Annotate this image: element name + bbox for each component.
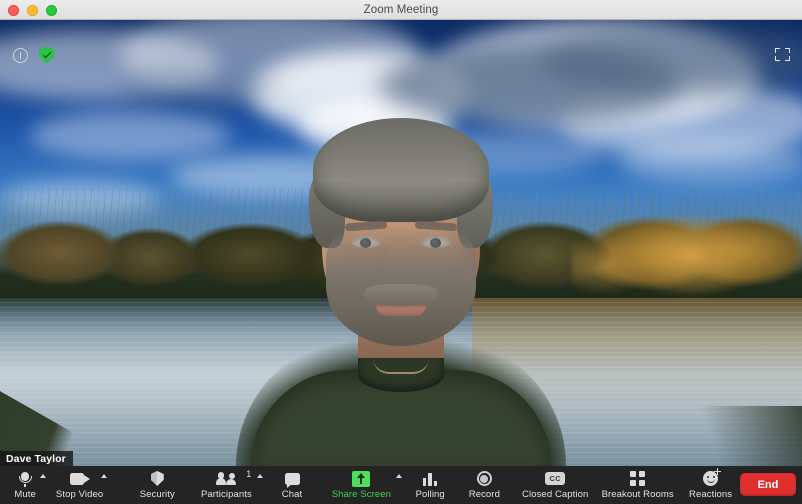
info-circle-icon xyxy=(13,47,28,63)
bar-chart-icon xyxy=(423,469,437,488)
toolbar-button-closed-caption[interactable]: CC Closed Caption xyxy=(516,466,594,504)
enter-fullscreen-button[interactable] xyxy=(771,43,793,65)
meeting-info-controls xyxy=(8,40,55,70)
toolbar-button-mute[interactable]: Mute xyxy=(0,466,50,504)
share-screen-icon xyxy=(352,469,371,488)
shield-icon xyxy=(150,469,164,488)
close-window-button[interactable] xyxy=(8,4,19,16)
toolbar-label-security: Security xyxy=(139,489,175,500)
enter-fullscreen-icon xyxy=(774,47,790,61)
green-shield-check-icon xyxy=(38,46,55,64)
toolbar-label-chat: Chat xyxy=(281,489,303,500)
video-options-chevron-icon[interactable] xyxy=(100,474,107,478)
toolbar-label-participants: Participants xyxy=(200,489,252,500)
people-icon xyxy=(216,469,237,488)
participant-name-badge: Dave Taylor xyxy=(0,451,73,466)
microphone-icon xyxy=(18,469,32,488)
meeting-info-button[interactable] xyxy=(12,47,29,64)
zoom-meeting-window: Zoom Meeting Dave Taylor Mute Stop Video… xyxy=(0,0,802,504)
toolbar-button-record[interactable]: Record xyxy=(458,466,510,504)
minimize-window-button[interactable] xyxy=(27,4,38,16)
toolbar-label-polling: Polling xyxy=(415,489,445,500)
toolbar-label-breakout-rooms: Breakout Rooms xyxy=(601,489,674,500)
toolbar-button-share-screen[interactable]: Share Screen xyxy=(327,466,402,504)
cc-icon: CC xyxy=(545,469,566,488)
record-circle-icon xyxy=(476,469,492,488)
toolbar-button-breakout-rooms[interactable]: Breakout Rooms xyxy=(596,466,679,504)
cc-badge-text: CC xyxy=(545,472,566,485)
video-camera-icon xyxy=(69,469,90,488)
participants-options-chevron-icon[interactable] xyxy=(257,474,264,478)
title-bar: Zoom Meeting xyxy=(0,0,802,20)
toolbar-label-share-screen: Share Screen xyxy=(331,489,392,500)
maximize-window-button[interactable] xyxy=(46,4,57,16)
meeting-toolbar: Mute Stop Video Security Participants 1 … xyxy=(0,466,802,504)
toolbar-button-stop-video[interactable]: Stop Video xyxy=(50,466,109,504)
grid-four-icon xyxy=(630,469,646,488)
toolbar-button-chat[interactable]: Chat xyxy=(271,466,313,504)
toolbar-label-record: Record xyxy=(468,489,500,500)
participant-video-person xyxy=(236,66,566,466)
participants-count-badge: 1 xyxy=(246,469,252,479)
toolbar-label-closed-caption: Closed Caption xyxy=(522,489,589,500)
toolbar-button-participants[interactable]: Participants 1 xyxy=(194,466,264,504)
chat-bubble-icon xyxy=(284,469,300,488)
toolbar-button-reactions[interactable]: Reactions xyxy=(681,466,740,504)
video-stage: Dave Taylor xyxy=(0,20,802,466)
toolbar-label-mute: Mute xyxy=(14,489,36,500)
end-meeting-button[interactable]: End xyxy=(739,473,796,496)
toolbar-label-reactions: Reactions xyxy=(689,489,733,500)
toolbar-label-stop-video: Stop Video xyxy=(55,489,104,500)
background-sunlit-trees xyxy=(572,210,802,305)
window-title: Zoom Meeting xyxy=(363,3,439,16)
share-options-chevron-icon[interactable] xyxy=(395,474,402,478)
toolbar-button-polling[interactable]: Polling xyxy=(406,466,454,504)
window-traffic-lights xyxy=(8,0,57,20)
smiley-plus-icon xyxy=(703,468,722,488)
mute-options-chevron-icon[interactable] xyxy=(40,474,47,478)
toolbar-button-security[interactable]: Security xyxy=(127,466,188,504)
encryption-status-button[interactable] xyxy=(38,46,55,64)
background-far-bank xyxy=(652,406,802,466)
